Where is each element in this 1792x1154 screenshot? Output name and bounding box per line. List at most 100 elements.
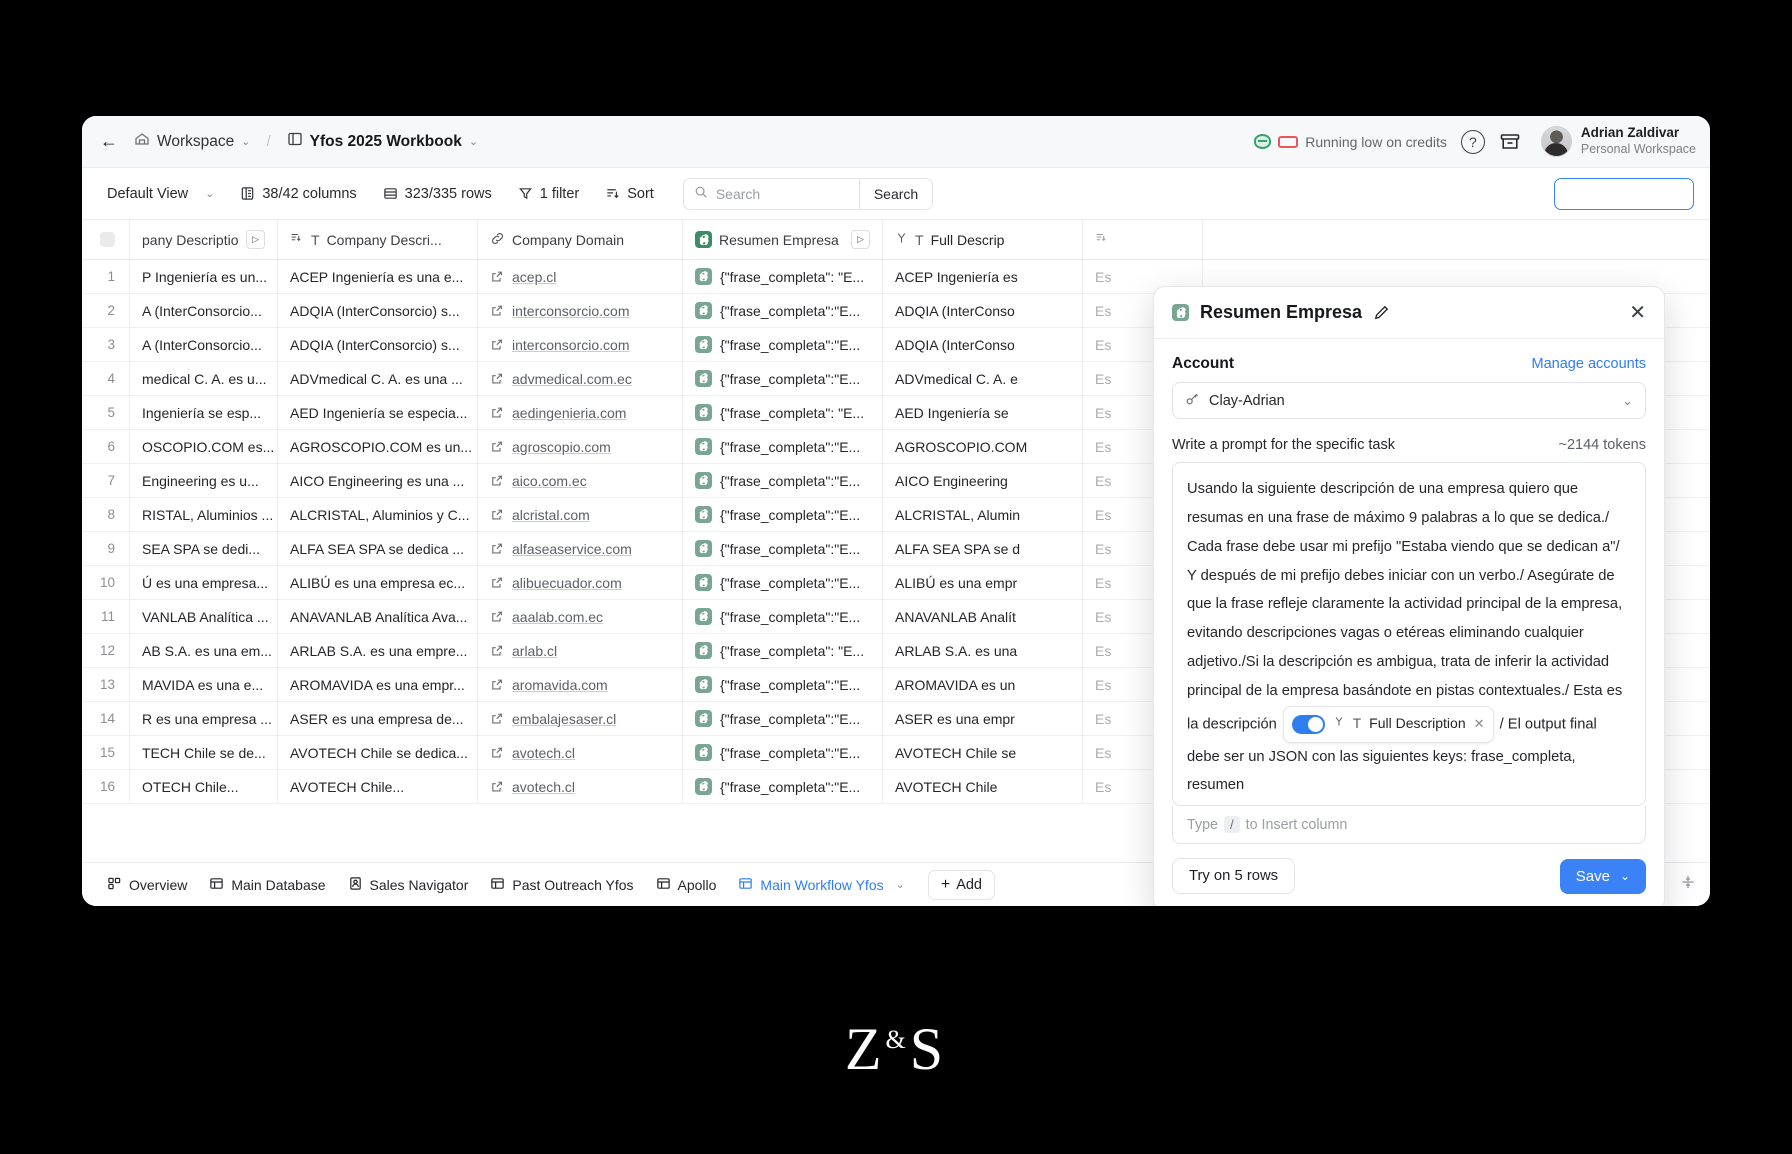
- cell-full-description[interactable]: ACEP Ingeniería es: [883, 260, 1083, 293]
- sheet-tab-main-workflow-yfos[interactable]: Main Workflow Yfos ⌄: [727, 870, 915, 900]
- column-header-company-domain[interactable]: Company Domain: [478, 220, 683, 259]
- credits-status[interactable]: Running low on credits: [1254, 134, 1447, 150]
- cell-resumen-empresa[interactable]: {"frase_completa":"E...: [683, 702, 883, 735]
- cell-company-description-1[interactable]: TECH Chile se de...: [130, 736, 278, 769]
- cell-company-description-1[interactable]: A (InterConsorcio...: [130, 294, 278, 327]
- cell-full-description[interactable]: AROMAVIDA es un: [883, 668, 1083, 701]
- chevron-down-icon-2[interactable]: ⌄: [469, 135, 478, 148]
- rows-button[interactable]: 323/335 rows: [374, 181, 501, 207]
- cell-company-description-2[interactable]: ANAVANLAB Analítica Ava...: [278, 600, 478, 633]
- column-header-company-description-1[interactable]: pany Descriptio ▷: [130, 220, 278, 259]
- cell-resumen-empresa[interactable]: {"frase_completa":"E...: [683, 362, 883, 395]
- column-header-company-description-2[interactable]: T Company Descri...: [278, 220, 478, 259]
- cell-company-description-2[interactable]: ADVmedical C. A. es una ...: [278, 362, 478, 395]
- cell-resumen-empresa[interactable]: {"frase_completa":"E...: [683, 498, 883, 531]
- cell-company-domain[interactable]: embalajesaser.cl: [478, 702, 683, 735]
- add-sheet-button[interactable]: + Add: [927, 869, 995, 900]
- cell-resumen-empresa[interactable]: {"frase_completa":"E...: [683, 770, 883, 803]
- cell-company-description-2[interactable]: ASER es una empresa de...: [278, 702, 478, 735]
- cell-company-description-1[interactable]: SEA SPA se dedi...: [130, 532, 278, 565]
- cell-company-domain[interactable]: agroscopio.com: [478, 430, 683, 463]
- cell-company-domain[interactable]: alibuecuador.com: [478, 566, 683, 599]
- collapse-icon[interactable]: [1680, 874, 1696, 895]
- column-header-resumen-empresa[interactable]: Resumen Empresa ▷: [683, 220, 883, 259]
- cell-company-domain[interactable]: aedingenieria.com: [478, 396, 683, 429]
- cell-company-description-1[interactable]: Ú es una empresa...: [130, 566, 278, 599]
- column-reference-chip[interactable]: T Full Description ✕: [1282, 705, 1494, 743]
- sheet-tab-overview[interactable]: Overview: [96, 870, 198, 900]
- chip-remove-icon[interactable]: ✕: [1474, 711, 1485, 736]
- cell-full-description[interactable]: AVOTECH Chile: [883, 770, 1083, 803]
- cell-company-domain[interactable]: advmedical.com.ec: [478, 362, 683, 395]
- sheet-tab-past-outreach-yfos[interactable]: Past Outreach Yfos: [479, 870, 644, 900]
- cell-company-domain[interactable]: alfaseaservice.com: [478, 532, 683, 565]
- cell-company-description-1[interactable]: OSCOPIO.COM es...: [130, 430, 278, 463]
- cell-resumen-empresa[interactable]: {"frase_completa": "E...: [683, 260, 883, 293]
- cell-company-domain[interactable]: interconsorcio.com: [478, 328, 683, 361]
- cell-company-description-1[interactable]: R es una empresa ...: [130, 702, 278, 735]
- cell-company-description-1[interactable]: P Ingeniería es un...: [130, 260, 278, 293]
- chip-toggle[interactable]: [1291, 714, 1325, 734]
- breadcrumb-workspace[interactable]: Workspace: [157, 133, 234, 151]
- chevron-down-icon-tab[interactable]: ⌄: [896, 878, 905, 891]
- cell-full-description[interactable]: ADQIA (InterConso: [883, 328, 1083, 361]
- help-icon[interactable]: ?: [1460, 129, 1485, 154]
- cell-full-description[interactable]: ARLAB S.A. es una: [883, 634, 1083, 667]
- cell-company-description-2[interactable]: AGROSCOPIO.COM es un...: [278, 430, 478, 463]
- try-on-rows-button[interactable]: Try on 5 rows: [1172, 858, 1296, 894]
- cell-company-description-1[interactable]: VANLAB Analítica ...: [130, 600, 278, 633]
- cell-full-description[interactable]: AVOTECH Chile se: [883, 736, 1083, 769]
- cell-company-domain[interactable]: aromavida.com: [478, 668, 683, 701]
- columns-button[interactable]: 38/42 columns: [231, 181, 365, 207]
- cell-company-description-1[interactable]: A (InterConsorcio...: [130, 328, 278, 361]
- cell-resumen-empresa[interactable]: {"frase_completa":"E...: [683, 566, 883, 599]
- column-header-extra[interactable]: [1083, 220, 1203, 259]
- cell-resumen-empresa[interactable]: {"frase_completa": "E...: [683, 396, 883, 429]
- view-selector[interactable]: Default View ⌄: [98, 181, 223, 207]
- cell-company-description-2[interactable]: ALCRISTAL, Aluminios y C...: [278, 498, 478, 531]
- cell-company-description-2[interactable]: ACEP Ingeniería es una e...: [278, 260, 478, 293]
- cell-resumen-empresa[interactable]: {"frase_completa":"E...: [683, 294, 883, 327]
- save-button[interactable]: Save ⌄: [1559, 858, 1646, 894]
- cell-company-description-2[interactable]: ADQIA (InterConsorcio) s...: [278, 328, 478, 361]
- manage-accounts-link[interactable]: Manage accounts: [1532, 356, 1646, 372]
- cell-full-description[interactable]: ASER es una empr: [883, 702, 1083, 735]
- cell-company-domain[interactable]: alcristal.com: [478, 498, 683, 531]
- cell-resumen-empresa[interactable]: {"frase_completa":"E...: [683, 464, 883, 497]
- cell-full-description[interactable]: AICO Engineering: [883, 464, 1083, 497]
- select-all-checkbox[interactable]: [82, 220, 130, 259]
- cell-full-description[interactable]: ADVmedical C. A. e: [883, 362, 1083, 395]
- cell-company-domain[interactable]: acep.cl: [478, 260, 683, 293]
- back-arrow-icon[interactable]: ←: [96, 129, 122, 155]
- cell-company-domain[interactable]: avotech.cl: [478, 770, 683, 803]
- cell-company-description-2[interactable]: ALFA SEA SPA se dedica ...: [278, 532, 478, 565]
- cell-full-description[interactable]: ALFA SEA SPA se d: [883, 532, 1083, 565]
- cell-resumen-empresa[interactable]: {"frase_completa": "E...: [683, 634, 883, 667]
- breadcrumb-workbook[interactable]: Yfos 2025 Workbook: [310, 133, 462, 151]
- cell-full-description[interactable]: AED Ingeniería se: [883, 396, 1083, 429]
- pencil-icon[interactable]: [1373, 304, 1390, 321]
- user-menu[interactable]: Adrian Zaldivar Personal Workspace: [1535, 125, 1696, 158]
- cell-company-domain[interactable]: interconsorcio.com: [478, 294, 683, 327]
- cell-company-domain[interactable]: arlab.cl: [478, 634, 683, 667]
- expand-arrow-icon[interactable]: ▷: [246, 230, 265, 249]
- prompt-editor[interactable]: Usando la siguiente descripción de una e…: [1172, 462, 1646, 806]
- cell-company-description-1[interactable]: MAVIDA es una e...: [130, 668, 278, 701]
- insert-column-hint[interactable]: Type / to Insert column: [1172, 806, 1646, 844]
- cell-resumen-empresa[interactable]: {"frase_completa":"E...: [683, 532, 883, 565]
- sort-button[interactable]: Sort: [596, 181, 663, 207]
- search-input[interactable]: Search: [684, 185, 859, 202]
- cell-company-description-2[interactable]: AED Ingeniería se especia...: [278, 396, 478, 429]
- cell-full-description[interactable]: ANAVANLAB Analít: [883, 600, 1083, 633]
- cell-resumen-empresa[interactable]: {"frase_completa":"E...: [683, 736, 883, 769]
- close-icon[interactable]: ✕: [1629, 303, 1646, 323]
- filter-button[interactable]: 1 filter: [509, 181, 589, 207]
- cell-resumen-empresa[interactable]: {"frase_completa":"E...: [683, 328, 883, 361]
- cell-company-description-2[interactable]: AVOTECH Chile se dedica...: [278, 736, 478, 769]
- archive-icon[interactable]: [1499, 132, 1521, 152]
- account-select[interactable]: Clay-Adrian ⌄: [1172, 382, 1646, 420]
- column-header-full-description[interactable]: T Full Descrip: [883, 220, 1083, 259]
- cell-company-description-2[interactable]: AVOTECH Chile...: [278, 770, 478, 803]
- cell-company-description-2[interactable]: AROMAVIDA es una empr...: [278, 668, 478, 701]
- cell-company-description-1[interactable]: Engineering es u...: [130, 464, 278, 497]
